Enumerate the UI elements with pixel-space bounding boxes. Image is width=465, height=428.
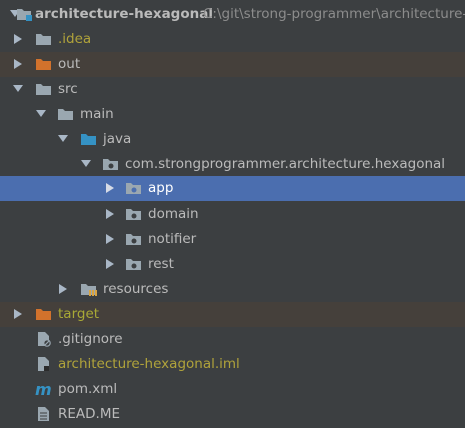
tree-label: notifier (148, 231, 197, 247)
package-icon (125, 180, 143, 196)
chevron-right-icon[interactable] (104, 176, 116, 201)
project-tree: architecture-hexagonal C:\git\strong-pro… (0, 0, 465, 428)
tree-label: target (58, 306, 100, 322)
source-folder-icon (80, 131, 98, 147)
tree-label: .gitignore (58, 331, 123, 347)
tree-label: architecture-hexagonal.iml (58, 356, 240, 372)
folder-icon (35, 31, 53, 47)
chevron-down-icon[interactable] (80, 152, 92, 177)
chevron-right-icon[interactable] (57, 277, 69, 302)
tree-row-pom[interactable]: m pom.xml (0, 377, 465, 402)
tree-row-notifier[interactable]: notifier (0, 227, 465, 252)
module-file-icon (35, 356, 53, 372)
chevron-right-icon[interactable] (12, 52, 24, 77)
tree-row-domain[interactable]: domain (0, 202, 465, 227)
tree-row-main[interactable]: main (0, 102, 465, 127)
tree-row-resources[interactable]: resources (0, 277, 465, 302)
gitignore-file-icon (35, 331, 53, 347)
project-root-path: C:\git\strong-programmer\architecture- (203, 6, 465, 22)
tree-label: resources (103, 281, 169, 297)
chevron-down-icon[interactable] (57, 127, 69, 152)
project-root-name: architecture-hexagonal (35, 6, 213, 22)
maven-icon: m (35, 380, 53, 399)
tree-label: com.strongprogrammer.architecture.hexago… (125, 156, 446, 172)
tree-label: .idea (58, 31, 92, 47)
tree-row-rest[interactable]: rest (0, 252, 465, 277)
tree-row-java[interactable]: java (0, 127, 465, 152)
tree-label: pom.xml (58, 381, 118, 397)
module-folder-icon (16, 6, 34, 22)
tree-label: app (148, 180, 174, 196)
tree-label: main (80, 106, 114, 122)
tree-label: out (58, 56, 81, 72)
package-icon (125, 206, 143, 222)
chevron-right-icon[interactable] (104, 252, 116, 277)
tree-row-out[interactable]: out (0, 52, 465, 77)
excluded-folder-icon (35, 56, 53, 72)
tree-label: src (58, 81, 78, 97)
svg-text:m: m (35, 381, 52, 397)
excluded-folder-icon (35, 306, 53, 322)
tree-row-iml[interactable]: architecture-hexagonal.iml (0, 352, 465, 377)
tree-row-package[interactable]: com.strongprogrammer.architecture.hexago… (0, 152, 465, 177)
tree-label: rest (148, 256, 174, 272)
tree-label: READ.ME (58, 406, 121, 422)
package-icon (125, 256, 143, 272)
chevron-right-icon[interactable] (104, 227, 116, 252)
tree-row-app[interactable]: app (0, 176, 465, 201)
chevron-right-icon[interactable] (104, 202, 116, 227)
chevron-right-icon[interactable] (12, 27, 24, 52)
chevron-down-icon[interactable] (35, 102, 47, 127)
chevron-right-icon[interactable] (12, 302, 24, 327)
tree-row-gitignore[interactable]: .gitignore (0, 327, 465, 352)
tree-row-src[interactable]: src (0, 77, 465, 102)
package-icon (102, 156, 120, 172)
chevron-down-icon[interactable] (12, 77, 24, 102)
resources-folder-icon (80, 281, 98, 297)
text-file-icon (35, 406, 53, 422)
tree-label: domain (148, 206, 199, 222)
folder-icon (35, 81, 53, 97)
tree-row-target[interactable]: target (0, 302, 465, 327)
tree-label: java (103, 131, 132, 147)
package-icon (125, 231, 143, 247)
folder-icon (57, 106, 75, 122)
tree-row-root[interactable]: architecture-hexagonal C:\git\strong-pro… (0, 2, 465, 27)
tree-row-idea[interactable]: .idea (0, 27, 465, 52)
tree-row-readme[interactable]: READ.ME (0, 402, 465, 427)
